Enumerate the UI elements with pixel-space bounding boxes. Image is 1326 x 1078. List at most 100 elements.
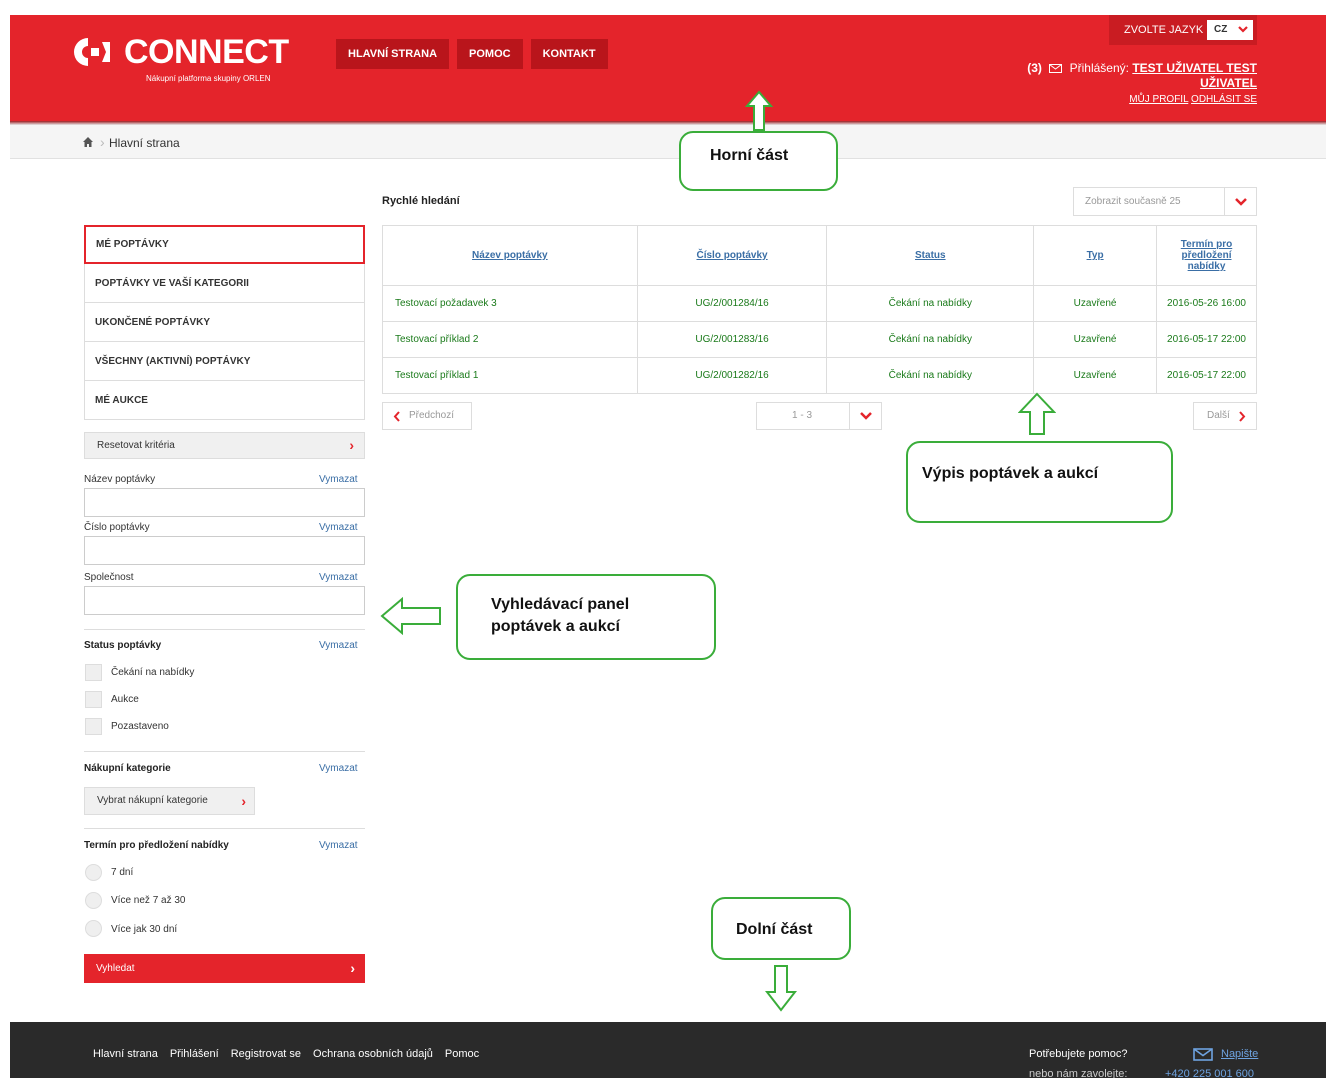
arrow-up-icon: [745, 90, 773, 131]
logo-text: CONNECT: [124, 33, 289, 71]
previous-label: Předchozí: [409, 410, 455, 421]
cell-name[interactable]: Testovací požadavek 3: [382, 285, 638, 322]
cell-deadline: 2016-05-26 16:00: [1156, 285, 1257, 322]
user-line: (3) Přihlášený: TEST UŽIVATEL TEST: [1027, 61, 1257, 75]
table-row[interactable]: Testovací požadavek 3 UG/2/001284/16 Ček…: [382, 285, 1257, 322]
sidebar-item-category-requests[interactable]: POPTÁVKY VE VAŠÍ KATEGORII: [84, 264, 365, 303]
status-checkbox-auction[interactable]: [85, 691, 102, 708]
clear-category-link[interactable]: Vymazat: [319, 763, 358, 774]
arrow-down-icon: [765, 965, 797, 1012]
deadline-label-30: Více jak 30 dní: [111, 924, 178, 935]
field-number-label: Číslo poptávky: [84, 522, 150, 533]
user-name-link[interactable]: TEST UŽIVATEL TEST: [1132, 61, 1257, 75]
next-label: Další: [1207, 410, 1230, 421]
callout-list: Výpis poptávek a aukcí: [906, 441, 1173, 523]
nav-home[interactable]: HLAVNÍ STRANA: [336, 39, 450, 69]
cell-deadline: 2016-05-17 22:00: [1156, 321, 1257, 358]
table-header-row: Název poptávky Číslo poptávky Status Typ…: [382, 225, 1257, 286]
quick-search-title: Rychlé hledání: [382, 195, 460, 207]
nav-help[interactable]: POMOC: [457, 39, 523, 69]
sidebar-item-all-requests[interactable]: VŠECHNY (AKTIVNÍ) POPTÁVKY: [84, 342, 365, 381]
status-checkbox-waiting[interactable]: [85, 664, 102, 681]
clear-name-link[interactable]: Vymazat: [319, 474, 358, 485]
home-icon[interactable]: [82, 136, 94, 148]
language-label: ZVOLTE JAZYK: [1124, 24, 1204, 36]
next-page-button[interactable]: Další: [1193, 402, 1257, 430]
logout-link[interactable]: ODHLÁSIT SE: [1191, 94, 1257, 105]
category-title: Nákupní kategorie: [84, 763, 171, 774]
cell-type: Uzavřené: [1033, 285, 1158, 322]
deadline-radio-7-30[interactable]: [85, 892, 102, 909]
deadline-label-7-30: Více než 7 až 30: [111, 895, 186, 906]
clear-deadline-link[interactable]: Vymazat: [319, 840, 358, 851]
mail-icon[interactable]: [1193, 1048, 1213, 1061]
cell-name[interactable]: Testovací příklad 2: [382, 321, 638, 358]
callout-search-panel-text: Vyhledávací panel poptávek a aukcí: [491, 596, 630, 635]
chevron-down-icon: [1235, 198, 1247, 206]
footer-link-privacy[interactable]: Ochrana osobních údajů: [313, 1048, 433, 1060]
clear-number-link[interactable]: Vymazat: [319, 522, 358, 533]
callout-bottom: Dolní část: [711, 897, 851, 960]
page-range-toggle[interactable]: [849, 403, 881, 429]
clear-status-link[interactable]: Vymazat: [319, 640, 358, 651]
status-title: Status poptávky: [84, 640, 162, 651]
reset-criteria-button[interactable]: Resetovat kritéria ›: [84, 432, 365, 459]
help-text: Potřebujete pomoc?: [1029, 1048, 1128, 1060]
company-input[interactable]: [84, 586, 365, 615]
callout-list-text: Výpis poptávek a aukcí: [922, 465, 1099, 482]
status-checkbox-paused[interactable]: [85, 718, 102, 735]
chevron-right-icon: [1239, 411, 1246, 422]
main-nav: HLAVNÍ STRANA POMOC KONTAKT: [336, 39, 608, 69]
chevron-down-icon: [860, 412, 872, 420]
logo-subtitle: Nákupní platforma skupiny ORLEN: [146, 74, 271, 83]
column-number[interactable]: Číslo poptávky: [636, 225, 828, 286]
footer-link-home[interactable]: Hlavní strana: [93, 1048, 158, 1060]
table-row[interactable]: Testovací příklad 2 UG/2/001283/16 Čekán…: [382, 321, 1257, 358]
cell-name[interactable]: Testovací příklad 1: [382, 357, 638, 394]
column-name[interactable]: Název poptávky: [382, 225, 638, 286]
per-page-value: Zobrazit současně 25: [1085, 196, 1181, 207]
footer-link-help[interactable]: Pomoc: [445, 1048, 479, 1060]
breadcrumb-current: Hlavní strana: [109, 136, 180, 150]
search-button[interactable]: Vyhledat ›: [84, 954, 365, 983]
clear-company-link[interactable]: Vymazat: [319, 572, 358, 583]
select-category-button[interactable]: Vybrat nákupní kategorie ›: [84, 787, 255, 815]
previous-page-button[interactable]: Předchozí: [382, 402, 472, 430]
envelope-icon[interactable]: [1049, 64, 1063, 74]
search-label: Vyhledat: [96, 963, 135, 974]
footer-link-login[interactable]: Přihlášení: [170, 1048, 219, 1060]
column-type[interactable]: Typ: [1033, 225, 1158, 286]
column-status[interactable]: Status: [826, 225, 1035, 286]
callout-top: Horní část: [679, 131, 838, 191]
cell-number: UG/2/001282/16: [636, 357, 828, 394]
language-select[interactable]: CZ: [1207, 20, 1253, 40]
page-range-select[interactable]: 1 - 3: [756, 402, 882, 430]
chevron-right-icon: ›: [350, 960, 355, 976]
reset-label: Resetovat kritéria: [97, 440, 175, 451]
request-name-input[interactable]: [84, 488, 365, 517]
profile-link[interactable]: MŮJ PROFIL: [1129, 94, 1188, 105]
breadcrumb: › Hlavní strana: [10, 125, 1326, 159]
divider: [84, 751, 365, 752]
cell-status: Čekání na nabídky: [826, 321, 1035, 358]
deadline-radio-30[interactable]: [85, 920, 102, 937]
message-count[interactable]: (3): [1027, 61, 1042, 75]
column-deadline[interactable]: Termín pro předložení nabídky: [1156, 225, 1257, 286]
sidebar-item-my-auctions[interactable]: MÉ AUKCE: [84, 381, 365, 420]
chevron-down-icon: [1238, 26, 1248, 33]
footer-link-register[interactable]: Registrovat se: [231, 1048, 301, 1060]
phone-number[interactable]: +420 225 001 600: [1165, 1068, 1254, 1078]
callout-search-panel: Vyhledávací panel poptávek a aukcí: [456, 574, 716, 660]
chevron-right-icon: ›: [241, 793, 246, 809]
per-page-select[interactable]: Zobrazit současně 25: [1073, 187, 1257, 216]
nav-contact[interactable]: KONTAKT: [530, 39, 608, 69]
deadline-radio-7[interactable]: [85, 864, 102, 881]
table-row[interactable]: Testovací příklad 1 UG/2/001282/16 Čekán…: [382, 357, 1257, 394]
user-name-link-2[interactable]: UŽIVATEL: [1200, 76, 1257, 90]
chevron-right-icon: ›: [349, 437, 354, 453]
request-number-input[interactable]: [84, 536, 365, 565]
write-link[interactable]: Napište: [1221, 1048, 1258, 1060]
sidebar-item-closed-requests[interactable]: UKONČENÉ POPTÁVKY: [84, 303, 365, 342]
per-page-toggle[interactable]: [1224, 188, 1256, 215]
sidebar-item-my-requests[interactable]: MÉ POPTÁVKY: [84, 225, 365, 264]
